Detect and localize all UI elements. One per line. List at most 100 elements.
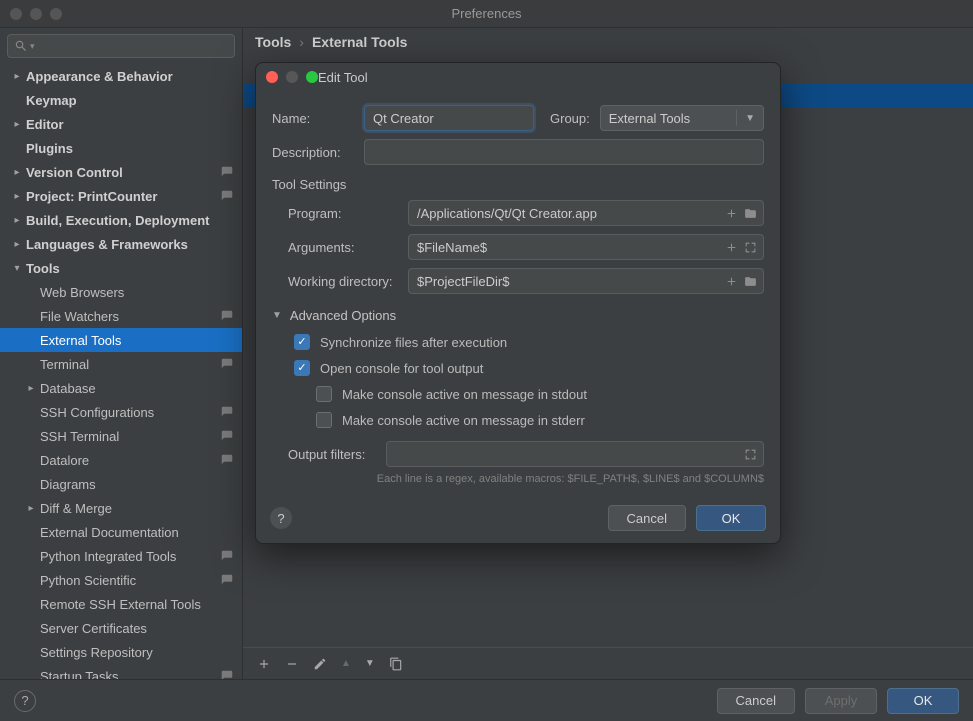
project-scope-icon (220, 165, 234, 179)
sidebar-item[interactable]: Startup Tasks (0, 664, 242, 679)
settings-sidebar: ▾ ▸Appearance & BehaviorKeymap▸EditorPlu… (0, 28, 243, 679)
sidebar-item-label: SSH Configurations (40, 405, 220, 420)
sidebar-item[interactable]: Python Scientific (0, 568, 242, 592)
sidebar-item[interactable]: Settings Repository (0, 640, 242, 664)
sidebar-item-label: Project: PrintCounter (26, 189, 220, 204)
sidebar-item-label: Appearance & Behavior (26, 69, 234, 84)
open-console-checkbox[interactable] (294, 360, 310, 376)
dialog-ok-button[interactable]: OK (696, 505, 766, 531)
expand-icon[interactable] (744, 448, 757, 461)
close-icon[interactable] (266, 71, 278, 83)
sidebar-item[interactable]: ▸Version Control (0, 160, 242, 184)
sidebar-item[interactable]: Datalore (0, 448, 242, 472)
description-label: Description: (272, 145, 354, 160)
sidebar-item-label: Languages & Frameworks (26, 237, 234, 252)
sidebar-item-label: Diff & Merge (40, 501, 234, 516)
edit-icon[interactable] (313, 657, 327, 671)
program-label: Program: (272, 206, 398, 221)
sidebar-item-label: Startup Tasks (40, 669, 220, 680)
sidebar-item-label: Python Scientific (40, 573, 220, 588)
sidebar-item[interactable]: ▸Diff & Merge (0, 496, 242, 520)
add-icon[interactable] (257, 657, 271, 671)
output-filters-hint: Each line is a regex, available macros: … (272, 473, 764, 485)
sidebar-item[interactable]: Remote SSH External Tools (0, 592, 242, 616)
sidebar-item[interactable]: ▸Database (0, 376, 242, 400)
project-scope-icon (220, 549, 234, 563)
project-scope-icon (220, 669, 234, 679)
sidebar-item-label: External Documentation (40, 525, 234, 540)
chevron-right-icon: ▸ (10, 71, 24, 82)
insert-macro-icon[interactable] (725, 241, 738, 254)
sidebar-item[interactable]: File Watchers (0, 304, 242, 328)
sidebar-item[interactable]: ▸Project: PrintCounter (0, 184, 242, 208)
name-field[interactable]: Qt Creator (364, 105, 534, 131)
sidebar-item-label: Build, Execution, Deployment (26, 213, 234, 228)
apply-button[interactable]: Apply (805, 688, 877, 714)
breadcrumb-leaf: External Tools (312, 34, 407, 50)
sidebar-item[interactable]: Keymap (0, 88, 242, 112)
sidebar-item[interactable]: ▸Editor (0, 112, 242, 136)
expand-icon[interactable] (744, 241, 757, 254)
sidebar-item[interactable]: SSH Configurations (0, 400, 242, 424)
dialog-titlebar: Edit Tool (256, 63, 780, 91)
group-select[interactable]: External Tools ▼ (600, 105, 764, 131)
program-field[interactable]: /Applications/Qt/Qt Creator.app (408, 200, 764, 226)
sidebar-item-label: Diagrams (40, 477, 234, 492)
sidebar-item-label: Terminal (40, 357, 220, 372)
tool-settings-header: Tool Settings (272, 177, 764, 192)
output-filters-field[interactable] (386, 441, 764, 467)
insert-macro-icon[interactable] (725, 207, 738, 220)
active-stdout-label: Make console active on message in stdout (342, 387, 587, 402)
minimize-icon (286, 71, 298, 83)
up-icon[interactable]: ▲ (341, 658, 351, 669)
zoom-icon[interactable] (306, 71, 318, 83)
chevron-down-icon: ▼ (745, 113, 755, 124)
working-directory-field[interactable]: $ProjectFileDir$ (408, 268, 764, 294)
folder-icon[interactable] (744, 275, 757, 288)
chevron-right-icon: ▸ (24, 503, 38, 514)
active-stdout-checkbox[interactable] (316, 386, 332, 402)
active-stderr-checkbox[interactable] (316, 412, 332, 428)
sidebar-item[interactable]: Web Browsers (0, 280, 242, 304)
sidebar-item[interactable]: Diagrams (0, 472, 242, 496)
project-scope-icon (220, 189, 234, 203)
sidebar-item[interactable]: ▾Tools (0, 256, 242, 280)
description-field[interactable] (364, 139, 764, 165)
sidebar-item[interactable]: Server Certificates (0, 616, 242, 640)
breadcrumb-root[interactable]: Tools (255, 34, 291, 50)
cancel-button[interactable]: Cancel (717, 688, 795, 714)
sidebar-item[interactable]: Terminal (0, 352, 242, 376)
edit-tool-dialog: Edit Tool Name: Qt Creator Group: Extern… (255, 62, 781, 544)
help-button[interactable]: ? (14, 690, 36, 712)
sidebar-item[interactable]: ▸Languages & Frameworks (0, 232, 242, 256)
advanced-options-toggle[interactable]: ▼ Advanced Options (272, 308, 764, 323)
settings-tree[interactable]: ▸Appearance & BehaviorKeymap▸EditorPlugi… (0, 62, 242, 679)
sidebar-item[interactable]: Python Integrated Tools (0, 544, 242, 568)
sidebar-item[interactable]: ▸Build, Execution, Deployment (0, 208, 242, 232)
sidebar-item[interactable]: External Tools (0, 328, 242, 352)
arguments-field[interactable]: $FileName$ (408, 234, 764, 260)
sidebar-item-label: SSH Terminal (40, 429, 220, 444)
sidebar-item[interactable]: SSH Terminal (0, 424, 242, 448)
search-input[interactable]: ▾ (7, 34, 235, 58)
copy-icon[interactable] (389, 657, 403, 671)
dialog-cancel-button[interactable]: Cancel (608, 505, 686, 531)
dialog-traffic-lights (266, 71, 318, 83)
sync-files-checkbox[interactable] (294, 334, 310, 350)
window-title: Preferences (0, 6, 973, 21)
folder-icon[interactable] (744, 207, 757, 220)
chevron-right-icon: ▸ (10, 167, 24, 178)
dialog-help-button[interactable]: ? (270, 507, 292, 529)
project-scope-icon (220, 357, 234, 371)
down-icon[interactable]: ▼ (365, 658, 375, 669)
remove-icon[interactable] (285, 657, 299, 671)
sidebar-item[interactable]: ▸Appearance & Behavior (0, 64, 242, 88)
group-label: Group: (550, 111, 590, 126)
sidebar-item[interactable]: External Documentation (0, 520, 242, 544)
insert-macro-icon[interactable] (725, 275, 738, 288)
ok-button[interactable]: OK (887, 688, 959, 714)
sidebar-item-label: Tools (26, 261, 234, 276)
chevron-right-icon: ▸ (24, 383, 38, 394)
sidebar-item[interactable]: Plugins (0, 136, 242, 160)
chevron-right-icon: ▸ (10, 215, 24, 226)
